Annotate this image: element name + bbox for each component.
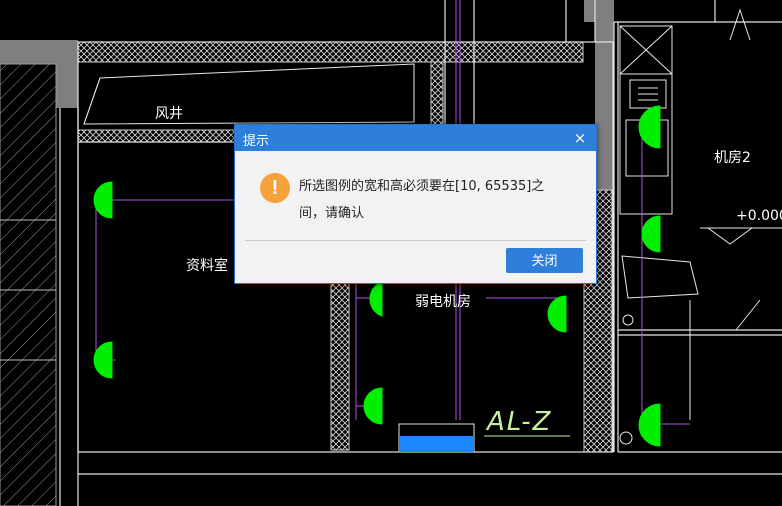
dialog-divider xyxy=(245,240,586,241)
weak-current-room-label: 弱电机房 xyxy=(415,294,471,310)
alert-dialog: 提示 × ! 所选图例的宽和高必须要在[10, 65535]之间，请确认 关闭 xyxy=(234,124,597,284)
equipment-room-label: 机房2 xyxy=(714,150,751,166)
air-shaft-outline xyxy=(83,63,415,125)
dialog-titlebar[interactable]: 提示 × xyxy=(235,125,596,151)
elevation-label: +0.000 xyxy=(736,208,782,224)
warning-icon: ! xyxy=(260,173,290,203)
blue-block xyxy=(398,423,475,453)
close-icon[interactable]: × xyxy=(570,128,590,148)
dialog-message: 所选图例的宽和高必须要在[10, 65535]之间，请确认 xyxy=(299,179,545,221)
left-wall-hatch xyxy=(0,63,57,506)
archive-room-label: 资料室 xyxy=(186,257,228,274)
dialog-title: 提示 xyxy=(243,134,270,149)
dialog-body: ! 所选图例的宽和高必须要在[10, 65535]之间，请确认 xyxy=(235,151,596,239)
air-shaft-label: 风井 xyxy=(155,106,183,122)
close-button[interactable]: 关闭 xyxy=(506,248,583,273)
panel-tag-label: AL-Z xyxy=(485,407,552,437)
